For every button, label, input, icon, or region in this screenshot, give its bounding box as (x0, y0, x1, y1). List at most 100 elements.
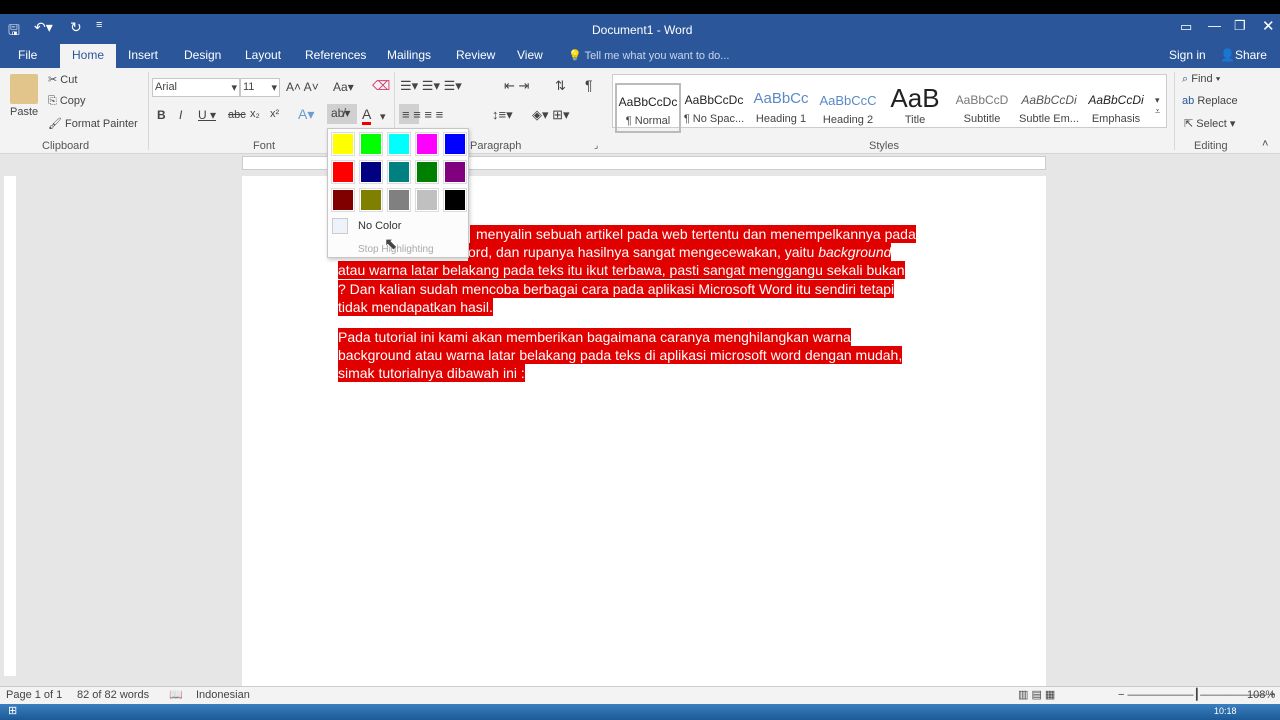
find-button[interactable]: ⌕ Find ▾ (1182, 73, 1220, 86)
cut-button[interactable]: ✂ Cut (48, 73, 77, 86)
save-icon[interactable]: 🖫 (8, 20, 20, 44)
replace-button[interactable]: ab Replace (1182, 95, 1238, 107)
tell-me-search[interactable]: 💡 Tell me what you want to do... (568, 49, 729, 62)
color-swatch[interactable] (415, 188, 439, 212)
word-count[interactable]: 82 of 82 words (77, 689, 149, 701)
highlighter-icon: ab̸▾ (331, 106, 351, 120)
font-color-button[interactable]: A (362, 106, 372, 125)
ribbon-display-icon[interactable]: ▭ (1180, 19, 1192, 35)
start-button[interactable]: ⊞ (8, 704, 17, 717)
sort-button[interactable]: ⇅ (555, 78, 566, 94)
superscript-button[interactable]: x² (270, 108, 279, 120)
color-swatch[interactable] (443, 132, 467, 156)
tab-file[interactable]: File (18, 48, 37, 62)
underline-button[interactable]: U ▾ (198, 108, 216, 122)
tab-home[interactable]: Home (60, 44, 117, 68)
color-swatch[interactable] (331, 188, 355, 212)
no-color-swatch[interactable] (332, 218, 348, 234)
align-buttons[interactable]: ≡ ≡ ≡ ≡ (402, 107, 443, 122)
top-black-bar (0, 0, 1280, 14)
doc-line: tidak mendapatkan hasil. (338, 298, 493, 316)
styles-scroll-button[interactable]: ▾ ⩡ (1155, 95, 1160, 117)
highlight-color-button[interactable]: ab̸▾ (327, 104, 357, 124)
style-no-spacing[interactable]: AaBbCcDc ¶ No Spac... (681, 83, 747, 133)
shading-button[interactable]: ◈▾ ⊞▾ (532, 107, 570, 123)
proofing-icon[interactable]: 📖 (169, 688, 183, 701)
zoom-level[interactable]: 108% (1247, 689, 1275, 701)
vertical-ruler[interactable] (4, 176, 16, 676)
style-subtitle[interactable]: AaBbCcD Subtitle (949, 83, 1015, 133)
view-buttons[interactable]: ▥ ▤ ▦ (1018, 688, 1055, 701)
no-color-option[interactable]: No Color (358, 220, 401, 232)
grow-font-button[interactable]: A˄ A˅ (286, 80, 319, 94)
color-swatch[interactable] (359, 188, 383, 212)
style-heading-1[interactable]: AaBbCc Heading 1 (748, 83, 814, 133)
dialog-launcher-icon[interactable]: ⌟ (594, 140, 598, 151)
select-button[interactable]: ⇱ Select ▾ (1184, 117, 1235, 130)
style-normal[interactable]: AaBbCcDc ¶ Normal (615, 83, 681, 133)
redo-icon[interactable]: ↻ (70, 19, 82, 36)
change-case-button[interactable]: Aa▾ (333, 80, 354, 94)
tab-design[interactable]: Design (184, 48, 221, 62)
highlight-color-menu: No Color Stop Highlighting (327, 128, 469, 258)
ribbon-tabs: File Home Insert Design Layout Reference… (0, 44, 1280, 68)
copy-button[interactable]: ⎘ Copy (48, 95, 86, 108)
tab-references[interactable]: References (305, 48, 366, 62)
clear-formatting-icon[interactable]: ⌫ (372, 78, 390, 94)
tab-mailings[interactable]: Mailings (387, 48, 431, 62)
share-button[interactable]: 👤Share (1220, 48, 1267, 62)
paste-icon[interactable] (10, 74, 38, 104)
paragraph-group-label: Paragraph (470, 140, 522, 152)
format-painter-button[interactable]: 🖌 Format Painter (48, 117, 138, 130)
tab-layout[interactable]: Layout (245, 48, 281, 62)
close-button[interactable]: ✕ (1262, 17, 1275, 35)
color-swatch[interactable] (359, 160, 383, 184)
bullets-button[interactable]: ☰▾ ☰▾ ☰▾ (400, 78, 462, 94)
color-swatch[interactable] (415, 160, 439, 184)
color-swatch[interactable] (331, 160, 355, 184)
color-swatch[interactable] (415, 132, 439, 156)
color-swatch[interactable] (359, 132, 383, 156)
doc-line: background atau warna latar belakang pad… (338, 346, 903, 364)
styles-gallery: AaBbCcDc ¶ Normal AaBbCcDc ¶ No Spac... Aa… (612, 74, 1167, 133)
strikethrough-button[interactable]: abc (228, 109, 246, 121)
clipboard-group-label: Clipboard (42, 140, 90, 152)
mouse-cursor-icon: ⬉ (384, 236, 398, 253)
ribbon: Paste ✂ Cut ⎘ Copy 🖌 Format Painter Clip… (0, 68, 1280, 154)
line-spacing-button[interactable]: ↕≡▾ (492, 107, 513, 123)
color-swatch[interactable] (443, 160, 467, 184)
tab-review[interactable]: Review (456, 48, 495, 62)
customize-qat-icon[interactable]: ≡ (96, 19, 102, 31)
color-swatch[interactable] (387, 188, 411, 212)
color-swatch[interactable] (387, 132, 411, 156)
text-effects-icon[interactable]: A▾ (298, 106, 314, 123)
font-name-select[interactable]: Arial ▾ (152, 78, 240, 97)
indent-buttons[interactable]: ⇤ ⇥ (504, 78, 529, 94)
paste-button[interactable]: Paste (10, 106, 38, 118)
color-swatch[interactable] (443, 188, 467, 212)
page-count[interactable]: Page 1 of 1 (6, 689, 62, 701)
style-emphasis[interactable]: AaBbCcDi Emphasis (1083, 83, 1149, 133)
language[interactable]: Indonesian (196, 689, 250, 701)
undo-icon[interactable]: ↶▾ (34, 19, 53, 36)
bold-button[interactable]: B (157, 108, 166, 122)
style-title[interactable]: AaB Title (882, 83, 948, 133)
divider (148, 72, 149, 150)
font-size-select[interactable]: 11 ▾ (240, 78, 280, 97)
sign-in-link[interactable]: Sign in (1169, 48, 1206, 62)
color-swatch[interactable] (387, 160, 411, 184)
doc-line: menyalin sebuah artikel pada web tertent… (470, 225, 916, 243)
minimize-button[interactable]: — (1208, 18, 1221, 33)
doc-line: ord, dan rupanya hasilnya sangat mengece… (468, 243, 892, 261)
show-marks-button[interactable]: ¶ (585, 77, 593, 93)
maximize-button[interactable]: ❐ (1234, 18, 1246, 34)
color-swatch[interactable] (331, 132, 355, 156)
subscript-button[interactable]: x₂ (250, 108, 260, 120)
tab-insert[interactable]: Insert (128, 48, 158, 62)
style-heading-2[interactable]: AaBbCcC Heading 2 (815, 83, 881, 133)
collapse-ribbon-icon[interactable]: ˄ (1262, 138, 1268, 150)
style-subtle-emphasis[interactable]: AaBbCcDi Subtle Em... (1016, 83, 1082, 133)
italic-button[interactable]: I (179, 108, 182, 122)
divider (1174, 72, 1175, 150)
tab-view[interactable]: View (517, 48, 543, 62)
